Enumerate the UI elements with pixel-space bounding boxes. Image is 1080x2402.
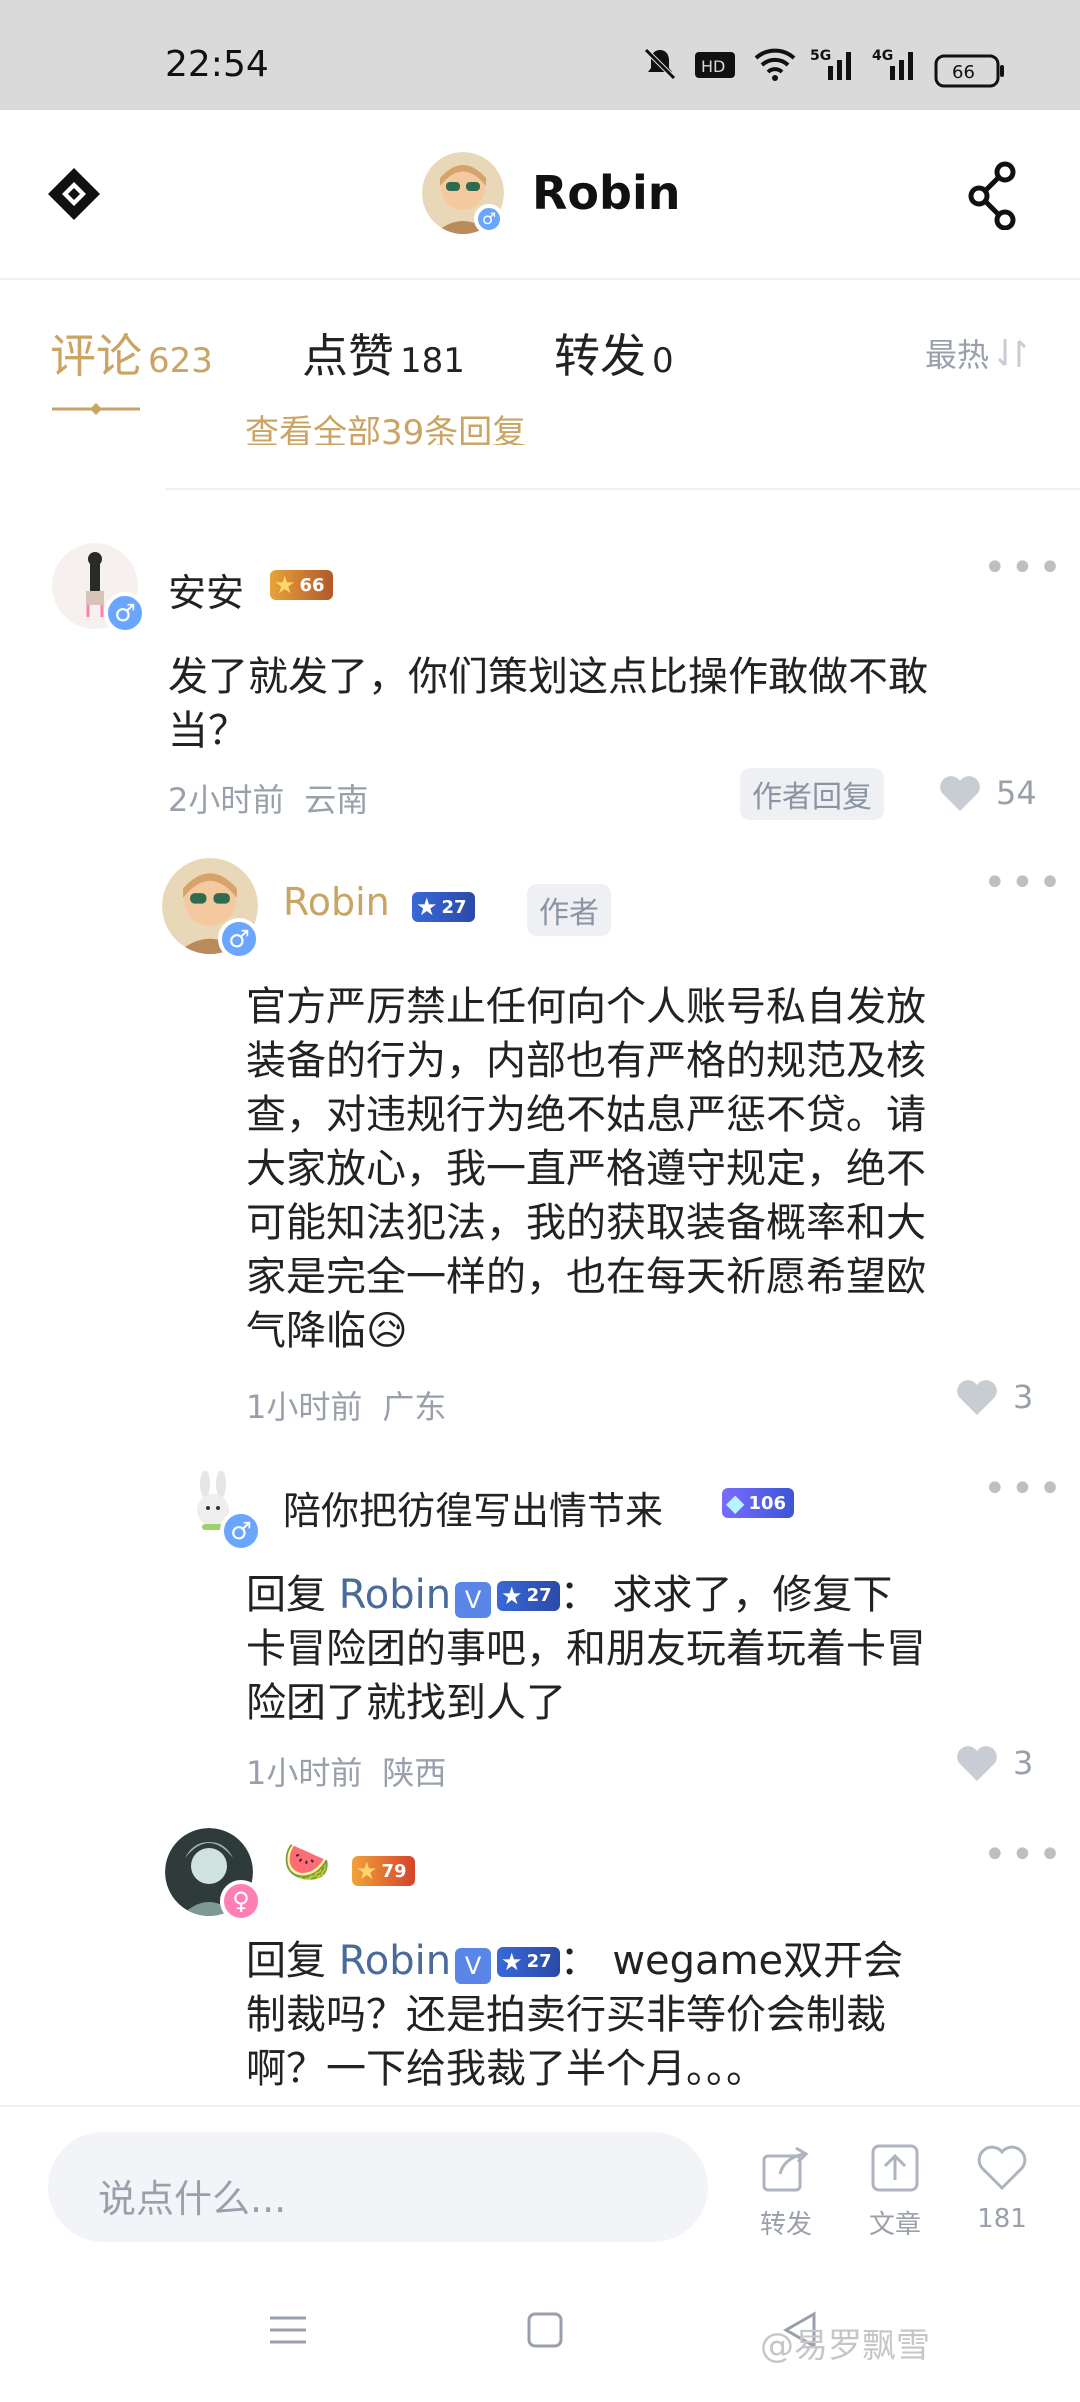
like-button[interactable]: 3 [955,1743,1033,1783]
level-number: 27 [526,1951,552,1972]
female-icon: ♀ [220,1880,262,1922]
hd-icon: HD [693,44,737,84]
level-number: 106 [748,1492,787,1514]
wifi-icon [752,44,798,84]
level-badge: ★ 27 [497,1581,560,1611]
comment-meta: 1小时前 陕西 [246,1748,466,1794]
reply-prefix: 回复 [246,1572,326,1618]
comment-text: 回复 Robin V ★ 27： 求求了，修复下卡冒险团的事吧，和朋友玩着玩着卡冒险团… [246,1568,926,1730]
header-title: Robin [532,166,681,220]
like-count: 54 [996,774,1037,812]
tab-comments[interactable]: 评论 623 [50,320,213,386]
action-label: 转发 [759,2210,812,2240]
verified-icon: V [455,1948,492,1984]
more-icon[interactable]: ••• [983,545,1066,591]
signal-4g-icon: 4G [870,44,920,84]
heart-icon [957,1380,997,1415]
view-all-replies-link[interactable]: 查看全部39条回复 [245,405,526,445]
svg-text:5G: 5G [810,48,831,64]
comment-location: 陕西 [382,1754,447,1792]
tab-count: 181 [400,341,465,381]
more-icon[interactable]: ••• [983,1832,1066,1878]
repost-button[interactable]: 转发 [746,2140,826,2241]
comment-username[interactable]: Robin [283,880,390,924]
divider [165,488,1080,490]
sort-label: 最热 [925,336,990,374]
like-count: 3 [1013,1378,1034,1416]
level-badge: ★ 66 [270,570,333,600]
menu-nav-icon[interactable] [268,2310,308,2354]
tab-reposts[interactable]: 转发 0 [554,320,674,386]
comment-time: 1小时前 [246,1388,363,1426]
tab-label: 转发 [554,329,646,383]
reply-to-user[interactable]: Robin [339,1938,451,1984]
author-tag: 作者 [527,884,611,936]
reply-prefix: 回复 [246,1938,326,1984]
more-icon[interactable]: ••• [983,1466,1066,1512]
svg-text:66: 66 [952,62,975,83]
share-out-icon [762,2146,809,2192]
like-button[interactable]: 54 [938,773,1037,813]
svg-text:4G: 4G [872,48,893,64]
tab-label: 点赞 [302,329,394,383]
action-label: 181 [977,2204,1027,2234]
like-count: 3 [1013,1744,1034,1782]
mute-icon [640,44,680,84]
level-number: 79 [381,1860,407,1882]
heart-icon [977,2145,1027,2191]
sort-icon [997,339,1027,367]
watermark: @易罗飘雪 [760,2326,930,2366]
comment-time: 2小时前 [168,781,285,819]
share-icon[interactable] [965,160,1025,231]
heart-icon [940,776,980,811]
comment-text: 官方严厉禁止任何向个人账号私自发放装备的行为，内部也有严格的规范及核查，对违规行… [246,984,926,1354]
tab-likes[interactable]: 点赞 181 [302,320,465,386]
tab-count: 0 [652,341,674,381]
comment-meta: 2小时前 云南 [168,775,388,821]
like-post-button[interactable]: 181 [962,2140,1042,2234]
status-time: 22:54 [165,44,269,85]
comment-location: 广东 [382,1388,447,1426]
svg-text:HD: HD [701,57,725,76]
comment-username[interactable]: 安安 [168,562,244,617]
author-reply-tag: 作者回复 [740,768,884,820]
signal-5g-icon: 5G [808,44,858,84]
article-button[interactable]: 文章 [855,2140,935,2241]
level-number: 27 [441,896,467,918]
app-logo-icon[interactable] [44,164,104,224]
home-nav-icon[interactable] [525,2310,565,2354]
comment-username[interactable]: 🍉 [283,1840,330,1885]
comment-time: 1小时前 [246,1754,363,1792]
comment-input-placeholder: 说点什么... [98,2177,287,2221]
male-icon: ♂ [474,204,504,234]
male-icon: ♂ [220,1510,262,1552]
level-number: 27 [526,1585,552,1606]
level-number: 66 [299,574,325,596]
level-badge: ◆ 106 [722,1488,795,1518]
comment-meta: 1小时前 广东 [246,1382,466,1428]
heart-icon [957,1746,997,1781]
comment-text: 发了就发了，你们策划这点比操作敢做不敢当？ [168,654,928,754]
tab-underline [52,400,140,415]
male-icon: ♂ [218,918,260,960]
upload-icon [871,2144,919,2192]
comment-location: 云南 [304,781,369,819]
like-button[interactable]: 3 [955,1377,1033,1417]
verified-icon: V [455,1582,492,1618]
action-label: 文章 [868,2210,921,2240]
level-badge: ★ 79 [352,1856,415,1886]
sort-button[interactable]: 最热 [925,330,1031,376]
more-icon[interactable]: ••• [983,860,1066,906]
tab-count: 623 [148,341,213,381]
level-badge: ★ 27 [497,1947,560,1977]
male-icon: ♂ [104,592,146,634]
comment-username[interactable]: 陪你把彷徨写出情节来 [283,1480,663,1535]
reply-to-user[interactable]: Robin [339,1572,451,1618]
tab-label: 评论 [50,329,142,383]
battery-icon: 66 [934,54,1006,94]
comment-text: 回复 Robin V ★ 27： wegame双开会制裁吗？还是拍卖行买非等价会制裁啊… [246,1934,926,2096]
level-badge: ★ 27 [412,892,475,922]
